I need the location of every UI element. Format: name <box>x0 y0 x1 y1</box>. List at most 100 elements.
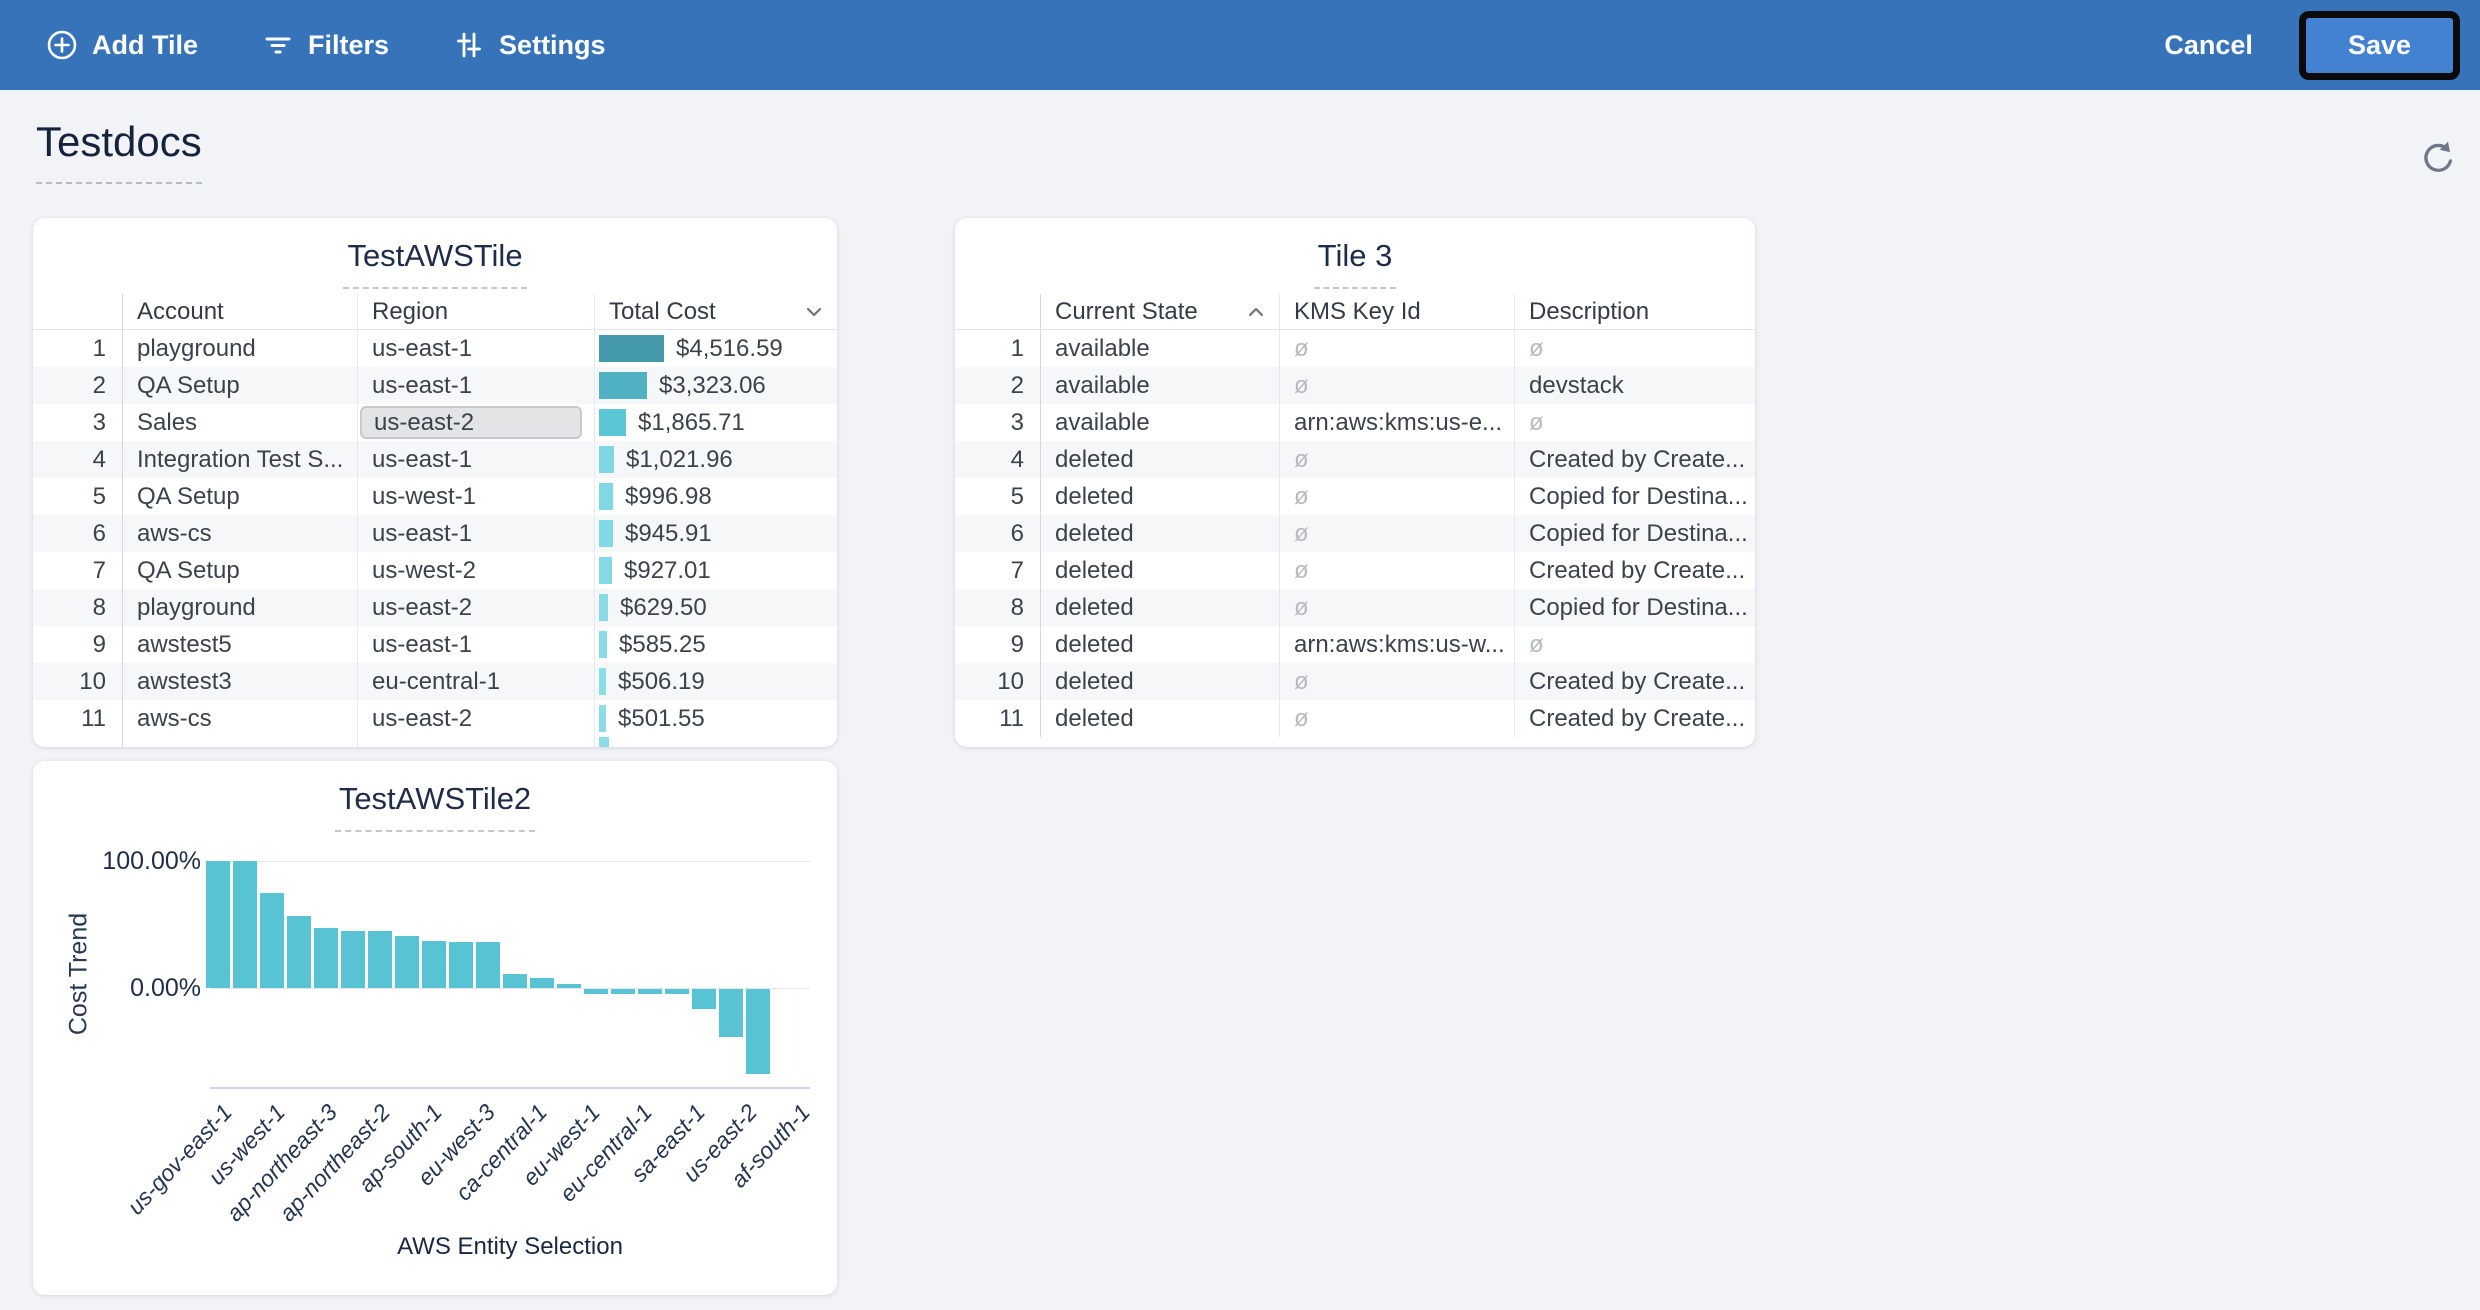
region-cell[interactable]: us-east-1 <box>357 626 594 663</box>
current-state-cell[interactable]: deleted <box>1040 515 1279 552</box>
description-cell[interactable]: ø <box>1514 626 1755 663</box>
tile-title-tile3[interactable]: Tile 3 <box>1314 238 1397 289</box>
account-cell[interactable]: Sales <box>122 404 357 441</box>
current-state-cell[interactable]: deleted <box>1040 478 1279 515</box>
account-cell[interactable]: Integration Test S... <box>122 441 357 478</box>
settings-button[interactable]: Settings <box>453 29 606 61</box>
bar[interactable] <box>719 989 743 1037</box>
description-cell[interactable]: Copied for Destina... <box>1514 589 1755 626</box>
account-cell[interactable]: playground <box>122 589 357 626</box>
region-cell[interactable]: us-east-2 <box>357 589 594 626</box>
bar[interactable] <box>476 942 500 988</box>
account-cell[interactable]: QA Setup <box>122 367 357 404</box>
current-state-cell[interactable]: available <box>1040 330 1279 367</box>
bar[interactable] <box>314 928 338 988</box>
current-state-cell[interactable]: deleted <box>1040 663 1279 700</box>
total-cost-cell[interactable]: $1,021.96 <box>594 441 837 478</box>
current-state-cell[interactable]: deleted <box>1040 626 1279 663</box>
description-cell[interactable]: ø <box>1514 404 1755 441</box>
refresh-button[interactable] <box>2414 136 2458 180</box>
description-cell[interactable]: ø <box>1514 330 1755 367</box>
kms-key-id-cell[interactable]: ø <box>1279 367 1514 404</box>
account-cell[interactable]: QA Setup <box>122 552 357 589</box>
column-header-current-state[interactable]: Current State <box>1040 294 1279 329</box>
bar[interactable] <box>557 984 581 988</box>
description-cell[interactable]: Created by Create... <box>1514 552 1755 589</box>
page-title[interactable]: Testdocs <box>36 118 202 184</box>
bar[interactable] <box>395 936 419 988</box>
column-header-region[interactable]: Region <box>357 294 594 329</box>
bar[interactable] <box>260 893 284 988</box>
total-cost-cell[interactable]: $629.50 <box>594 589 837 626</box>
filters-button[interactable]: Filters <box>262 29 389 61</box>
bar[interactable] <box>341 931 365 988</box>
description-cell[interactable]: Created by Create... <box>1514 441 1755 478</box>
add-tile-button[interactable]: Add Tile <box>46 29 198 61</box>
region-cell[interactable]: us-west-2 <box>357 552 594 589</box>
kms-key-id-cell[interactable]: ø <box>1279 700 1514 737</box>
column-header-kms-key-id[interactable]: KMS Key Id <box>1279 294 1514 329</box>
selected-cell[interactable]: us-east-2 <box>360 406 582 439</box>
bar[interactable] <box>692 989 716 1009</box>
column-header-account[interactable]: Account <box>122 294 357 329</box>
kms-key-id-cell[interactable]: ø <box>1279 478 1514 515</box>
total-cost-cell[interactable]: $585.25 <box>594 626 837 663</box>
total-cost-cell[interactable]: $1,865.71 <box>594 404 837 441</box>
cancel-button[interactable]: Cancel <box>2164 30 2253 61</box>
bar[interactable] <box>422 941 446 988</box>
total-cost-cell[interactable]: $3,323.06 <box>594 367 837 404</box>
current-state-cell[interactable]: deleted <box>1040 589 1279 626</box>
column-header-description[interactable]: Description <box>1514 294 1755 329</box>
bar[interactable] <box>665 989 689 994</box>
description-cell[interactable]: Copied for Destina... <box>1514 478 1755 515</box>
save-button[interactable]: Save <box>2306 18 2453 73</box>
current-state-cell[interactable]: available <box>1040 367 1279 404</box>
description-cell[interactable]: devstack <box>1514 367 1755 404</box>
account-cell[interactable]: QA Setup <box>122 478 357 515</box>
bar[interactable] <box>206 861 230 988</box>
column-header-total-cost[interactable]: Total Cost <box>594 294 837 329</box>
kms-key-id-cell[interactable]: arn:aws:kms:us-e... <box>1279 404 1514 441</box>
bar[interactable] <box>746 989 770 1074</box>
kms-key-id-cell[interactable]: ø <box>1279 663 1514 700</box>
description-cell[interactable]: Created by Create... <box>1514 663 1755 700</box>
account-cell[interactable]: aws-cs <box>122 700 357 737</box>
region-cell[interactable]: us-east-2 <box>357 404 594 441</box>
description-cell[interactable]: Created by Create... <box>1514 700 1755 737</box>
bar[interactable] <box>611 989 635 994</box>
tile-title-testawstile[interactable]: TestAWSTile <box>343 238 526 289</box>
kms-key-id-cell[interactable]: ø <box>1279 330 1514 367</box>
total-cost-cell[interactable]: $501.55 <box>594 700 837 737</box>
region-cell[interactable]: us-east-1 <box>357 515 594 552</box>
total-cost-cell[interactable]: $506.19 <box>594 663 837 700</box>
region-cell[interactable]: eu-central-1 <box>357 663 594 700</box>
bar[interactable] <box>233 861 257 988</box>
total-cost-cell[interactable]: $927.01 <box>594 552 837 589</box>
current-state-cell[interactable]: deleted <box>1040 552 1279 589</box>
current-state-cell[interactable]: available <box>1040 404 1279 441</box>
kms-key-id-cell[interactable]: ø <box>1279 589 1514 626</box>
region-cell[interactable]: us-east-1 <box>357 367 594 404</box>
bar[interactable] <box>287 916 311 988</box>
bar[interactable] <box>368 931 392 988</box>
current-state-cell[interactable]: deleted <box>1040 441 1279 478</box>
kms-key-id-cell[interactable]: ø <box>1279 552 1514 589</box>
bar[interactable] <box>449 942 473 988</box>
kms-key-id-cell[interactable]: ø <box>1279 515 1514 552</box>
current-state-cell[interactable]: deleted <box>1040 700 1279 737</box>
region-cell[interactable]: us-west-1 <box>357 478 594 515</box>
bar[interactable] <box>530 978 554 988</box>
total-cost-cell[interactable]: $945.91 <box>594 515 837 552</box>
account-cell[interactable]: playground <box>122 330 357 367</box>
account-cell[interactable]: awstest5 <box>122 626 357 663</box>
total-cost-cell[interactable]: $4,516.59 <box>594 330 837 367</box>
region-cell[interactable]: us-east-2 <box>357 700 594 737</box>
bar[interactable] <box>584 989 608 994</box>
bar[interactable] <box>503 974 527 988</box>
region-cell[interactable]: us-east-1 <box>357 330 594 367</box>
kms-key-id-cell[interactable]: arn:aws:kms:us-w... <box>1279 626 1514 663</box>
account-cell[interactable]: aws-cs <box>122 515 357 552</box>
region-cell[interactable]: us-east-1 <box>357 441 594 478</box>
description-cell[interactable]: Copied for Destina... <box>1514 515 1755 552</box>
total-cost-cell[interactable]: $996.98 <box>594 478 837 515</box>
